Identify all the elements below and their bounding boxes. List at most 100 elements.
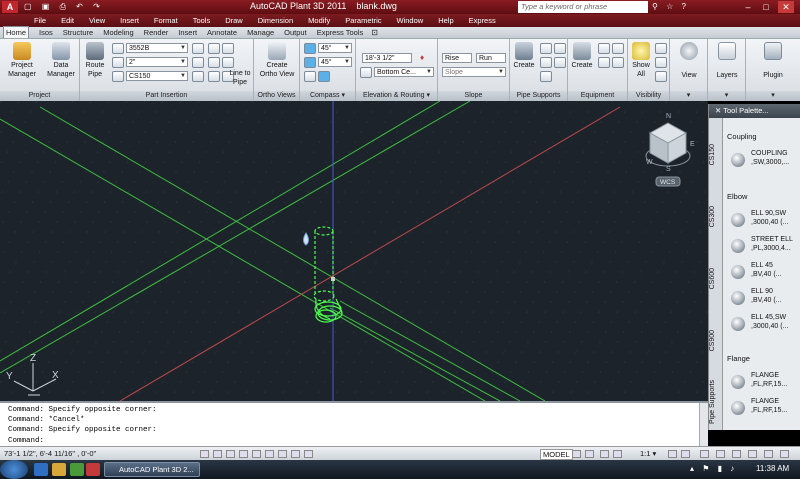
start-button[interactable] [0,460,28,479]
quick-access-toolbar[interactable]: ▢ ▣ ⎙ ↶ ↷ [24,2,104,12]
ie-icon[interactable] [34,463,48,476]
visibility-tool-1-icon[interactable] [655,43,667,54]
zoom-icon[interactable] [613,450,622,458]
tab-insert[interactable]: Insert [176,27,199,38]
workspace-switch-icon[interactable] [700,450,709,458]
plugin-expand-arrow[interactable]: ▾ [746,91,800,101]
model-space-button[interactable]: MODEL [540,449,573,460]
create-pipe-support-button[interactable]: Create [512,42,536,70]
equipment-tool-3-icon[interactable] [598,57,610,68]
menu-modify[interactable]: Modify [308,16,330,25]
view-expand-arrow[interactable]: ▾ [670,91,707,101]
system-clock[interactable]: 11:38 AM [756,464,789,473]
tab-express-tools[interactable]: Express Tools [315,27,366,38]
line-to-pipe-button[interactable]: Line to Pipe [224,59,256,87]
slope-select[interactable]: Slope ▼ [442,67,506,77]
palette-close-icon[interactable]: ✕ [715,106,723,115]
menu-view[interactable]: View [89,16,105,25]
palette-tab-cs150[interactable]: CS150 [709,144,723,165]
palette-item[interactable]: FLANGE ,FL,RF,15... [727,398,800,420]
quick-view-drawings-icon[interactable] [585,450,594,458]
tab-structure[interactable]: Structure [61,27,95,38]
support-tool-1-icon[interactable] [540,43,552,54]
compass-angle-2[interactable]: 45° ▼ [318,57,352,67]
isolate-objects-icon[interactable] [748,450,757,458]
toolbar-lock-icon[interactable] [716,450,725,458]
data-manager-button[interactable]: Data Manager [44,42,78,79]
create-equipment-button[interactable]: Create [570,42,594,70]
compass-toggle-icon[interactable] [304,71,316,82]
project-manager-button[interactable]: Project Manager [4,42,40,79]
menu-edit[interactable]: Edit [61,16,74,25]
auto-scale-icon[interactable] [681,450,690,458]
tab-annotate[interactable]: Annotate [205,27,239,38]
command-line[interactable]: Command: Specify opposite corner: Comman… [0,401,708,448]
tool-palette-title[interactable]: ✕ Tool Palette... [709,104,800,118]
elevation-input[interactable]: 18'-3 1/2" [362,53,412,63]
equipment-tool-1-icon[interactable] [598,43,610,54]
visibility-tool-2-icon[interactable] [655,57,667,68]
taskbar-autocad-button[interactable]: AutoCAD Plant 3D 2... [104,462,200,477]
menu-tools[interactable]: Tools [193,16,211,25]
media-icon[interactable] [70,463,84,476]
menu-format[interactable]: Format [154,16,178,25]
palette-item[interactable]: ELL 45,SW ,3000,40 (... [727,314,800,336]
size-select[interactable]: 2" ▼ [126,57,188,67]
spec-select[interactable]: 3552B ▼ [126,43,188,53]
dyn-toggle-icon[interactable] [291,450,300,458]
grip-point[interactable] [331,277,335,281]
palette-item[interactable]: COUPLING ,SW,3000,... [727,150,800,172]
ribbon-minimize-icon[interactable]: ⊡ [369,27,380,38]
coordinate-readout[interactable]: 73'-1 1/2", 6'-4 11/16" , 0'-0" [4,449,96,458]
support-tool-5-icon[interactable] [540,71,552,82]
equipment-tool-2-icon[interactable] [612,43,624,54]
osnap-toggle-icon[interactable] [252,450,261,458]
minimize-button[interactable]: – [740,1,756,13]
otrack-toggle-icon[interactable] [265,450,274,458]
tab-render[interactable]: Render [142,27,171,38]
tab-output[interactable]: Output [282,27,309,38]
command-prompt-input[interactable]: Command: [8,437,44,445]
layers-expand-arrow[interactable]: ▾ [708,91,745,101]
menu-express[interactable]: Express [469,16,496,25]
model-space-canvas[interactable]: Z Y X W E N S WCS [0,101,708,401]
layers-button[interactable]: Layers [712,42,742,80]
annotation-visibility-icon[interactable] [668,450,677,458]
tool-f-icon[interactable] [208,71,220,82]
plugin-button[interactable]: Plugin [756,42,790,80]
create-ortho-view-button[interactable]: Create Ortho View [256,42,298,79]
tool-g-icon[interactable] [222,43,234,54]
visibility-tool-3-icon[interactable] [655,71,667,82]
tab-isos[interactable]: Isos [37,27,55,38]
pan-icon[interactable] [600,450,609,458]
palette-item[interactable]: FLANGE ,FL,RF,15... [727,372,800,394]
autocad-logo-icon[interactable]: A [2,1,18,13]
maximize-button[interactable]: □ [758,1,774,13]
show-all-button[interactable]: Show All [630,42,652,79]
tool-d-icon[interactable] [208,43,220,54]
palette-tab-cs300[interactable]: CS300 [709,206,723,227]
explorer-icon[interactable] [52,463,66,476]
compass-angle-1[interactable]: 45° ▼ [318,43,352,53]
compass-display-icon[interactable] [318,71,330,82]
palette-tab-cs600[interactable]: CS600 [709,268,723,289]
palette-item[interactable]: STREET ELL ,PL,3000,4... [727,236,800,258]
view-button[interactable]: View [674,42,704,80]
menu-file[interactable]: File [34,16,46,25]
menu-draw[interactable]: Draw [225,16,243,25]
annotation-scale[interactable]: 1:1 ▾ [640,449,656,458]
snap-toggle-icon[interactable] [200,450,209,458]
pipe-class-select[interactable]: CS150 ▼ [126,71,188,81]
justification-select[interactable]: Bottom Ce... ▼ [374,67,434,77]
clean-screen-icon[interactable] [780,450,789,458]
palette-item[interactable]: ELL 90 ,BV,40 (... [727,288,800,310]
drawing-viewport[interactable]: Z Y X W E N S WCS [0,101,708,401]
palette-tab-cs900[interactable]: CS900 [709,330,723,351]
palette-item[interactable]: ELL 45 ,BV,40 (... [727,262,800,284]
compass-snap-icon[interactable] [304,57,316,68]
menu-window[interactable]: Window [397,16,424,25]
status-menu-icon[interactable] [764,450,773,458]
support-tool-4-icon[interactable] [554,57,566,68]
command-scrollbar[interactable] [699,403,708,448]
menu-parametric[interactable]: Parametric [345,16,381,25]
